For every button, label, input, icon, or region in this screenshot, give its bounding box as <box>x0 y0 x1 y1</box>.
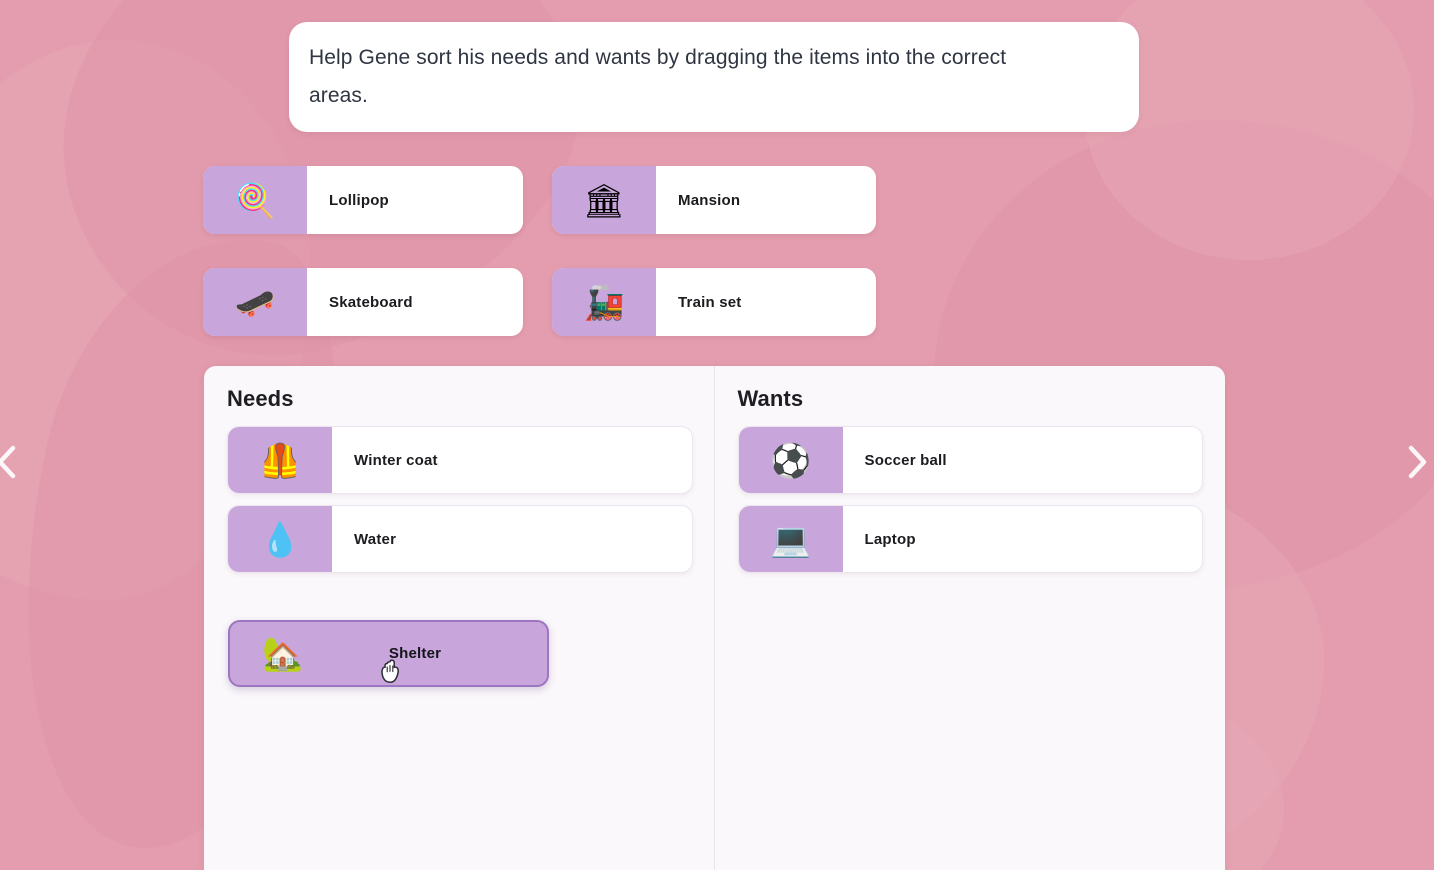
chevron-left-icon[interactable] <box>0 443 20 481</box>
needs-item-list: 🦺 Winter coat 💧 Water <box>227 426 693 573</box>
soccer-ball-icon: ⚽ <box>738 427 843 493</box>
item-label: Winter coat <box>354 451 438 469</box>
wants-item-list: ⚽ Soccer ball 💻 Laptop <box>737 426 1203 573</box>
item-label: Train set <box>678 293 742 311</box>
draggable-item-lollipop[interactable]: 🍭 Lollipop <box>203 166 523 234</box>
train-icon: 🚂 <box>552 268 656 336</box>
sorted-item-winter-coat[interactable]: 🦺 Winter coat <box>227 426 693 494</box>
item-label: Skateboard <box>329 293 413 311</box>
laptop-icon: 💻 <box>738 506 843 572</box>
sorting-board: Needs 🦺 Winter coat 💧 Water Wants ⚽ Socc… <box>204 366 1225 870</box>
sorted-item-water[interactable]: 💧 Water <box>227 505 693 573</box>
chevron-right-icon[interactable] <box>1404 443 1430 481</box>
item-label: Mansion <box>678 191 741 209</box>
mansion-icon: 🏛 <box>552 166 656 234</box>
water-icon: 💧 <box>228 506 332 572</box>
sorted-item-soccer-ball[interactable]: ⚽ Soccer ball <box>737 426 1203 494</box>
drop-zone-needs[interactable]: Needs 🦺 Winter coat 💧 Water <box>204 366 715 870</box>
zone-title-wants: Wants <box>737 386 804 411</box>
drop-zone-wants[interactable]: Wants ⚽ Soccer ball 💻 Laptop <box>715 366 1226 870</box>
draggable-item-mansion[interactable]: 🏛 Mansion <box>552 166 876 234</box>
instruction-text: Help Gene sort his needs and wants by dr… <box>309 46 1007 107</box>
sorted-item-laptop[interactable]: 💻 Laptop <box>737 505 1203 573</box>
draggable-item-skateboard[interactable]: 🛹 Skateboard <box>203 268 523 336</box>
dragging-item-shelter[interactable]: 🏡 Shelter <box>228 620 549 687</box>
draggable-item-train-set[interactable]: 🚂 Train set <box>552 268 876 336</box>
lollipop-icon: 🍭 <box>203 166 307 234</box>
skateboard-icon: 🛹 <box>203 268 307 336</box>
item-label: Shelter <box>388 645 442 662</box>
activity-stage: Help Gene sort his needs and wants by dr… <box>0 0 1434 870</box>
house-icon: 🏡 <box>262 635 304 672</box>
item-label: Soccer ball <box>864 451 947 469</box>
item-label: Laptop <box>864 530 916 548</box>
zone-title-needs: Needs <box>227 386 294 411</box>
coat-icon: 🦺 <box>228 427 332 493</box>
item-label: Water <box>354 530 397 548</box>
instruction-card: Help Gene sort his needs and wants by dr… <box>289 22 1139 132</box>
item-label: Lollipop <box>329 191 389 209</box>
